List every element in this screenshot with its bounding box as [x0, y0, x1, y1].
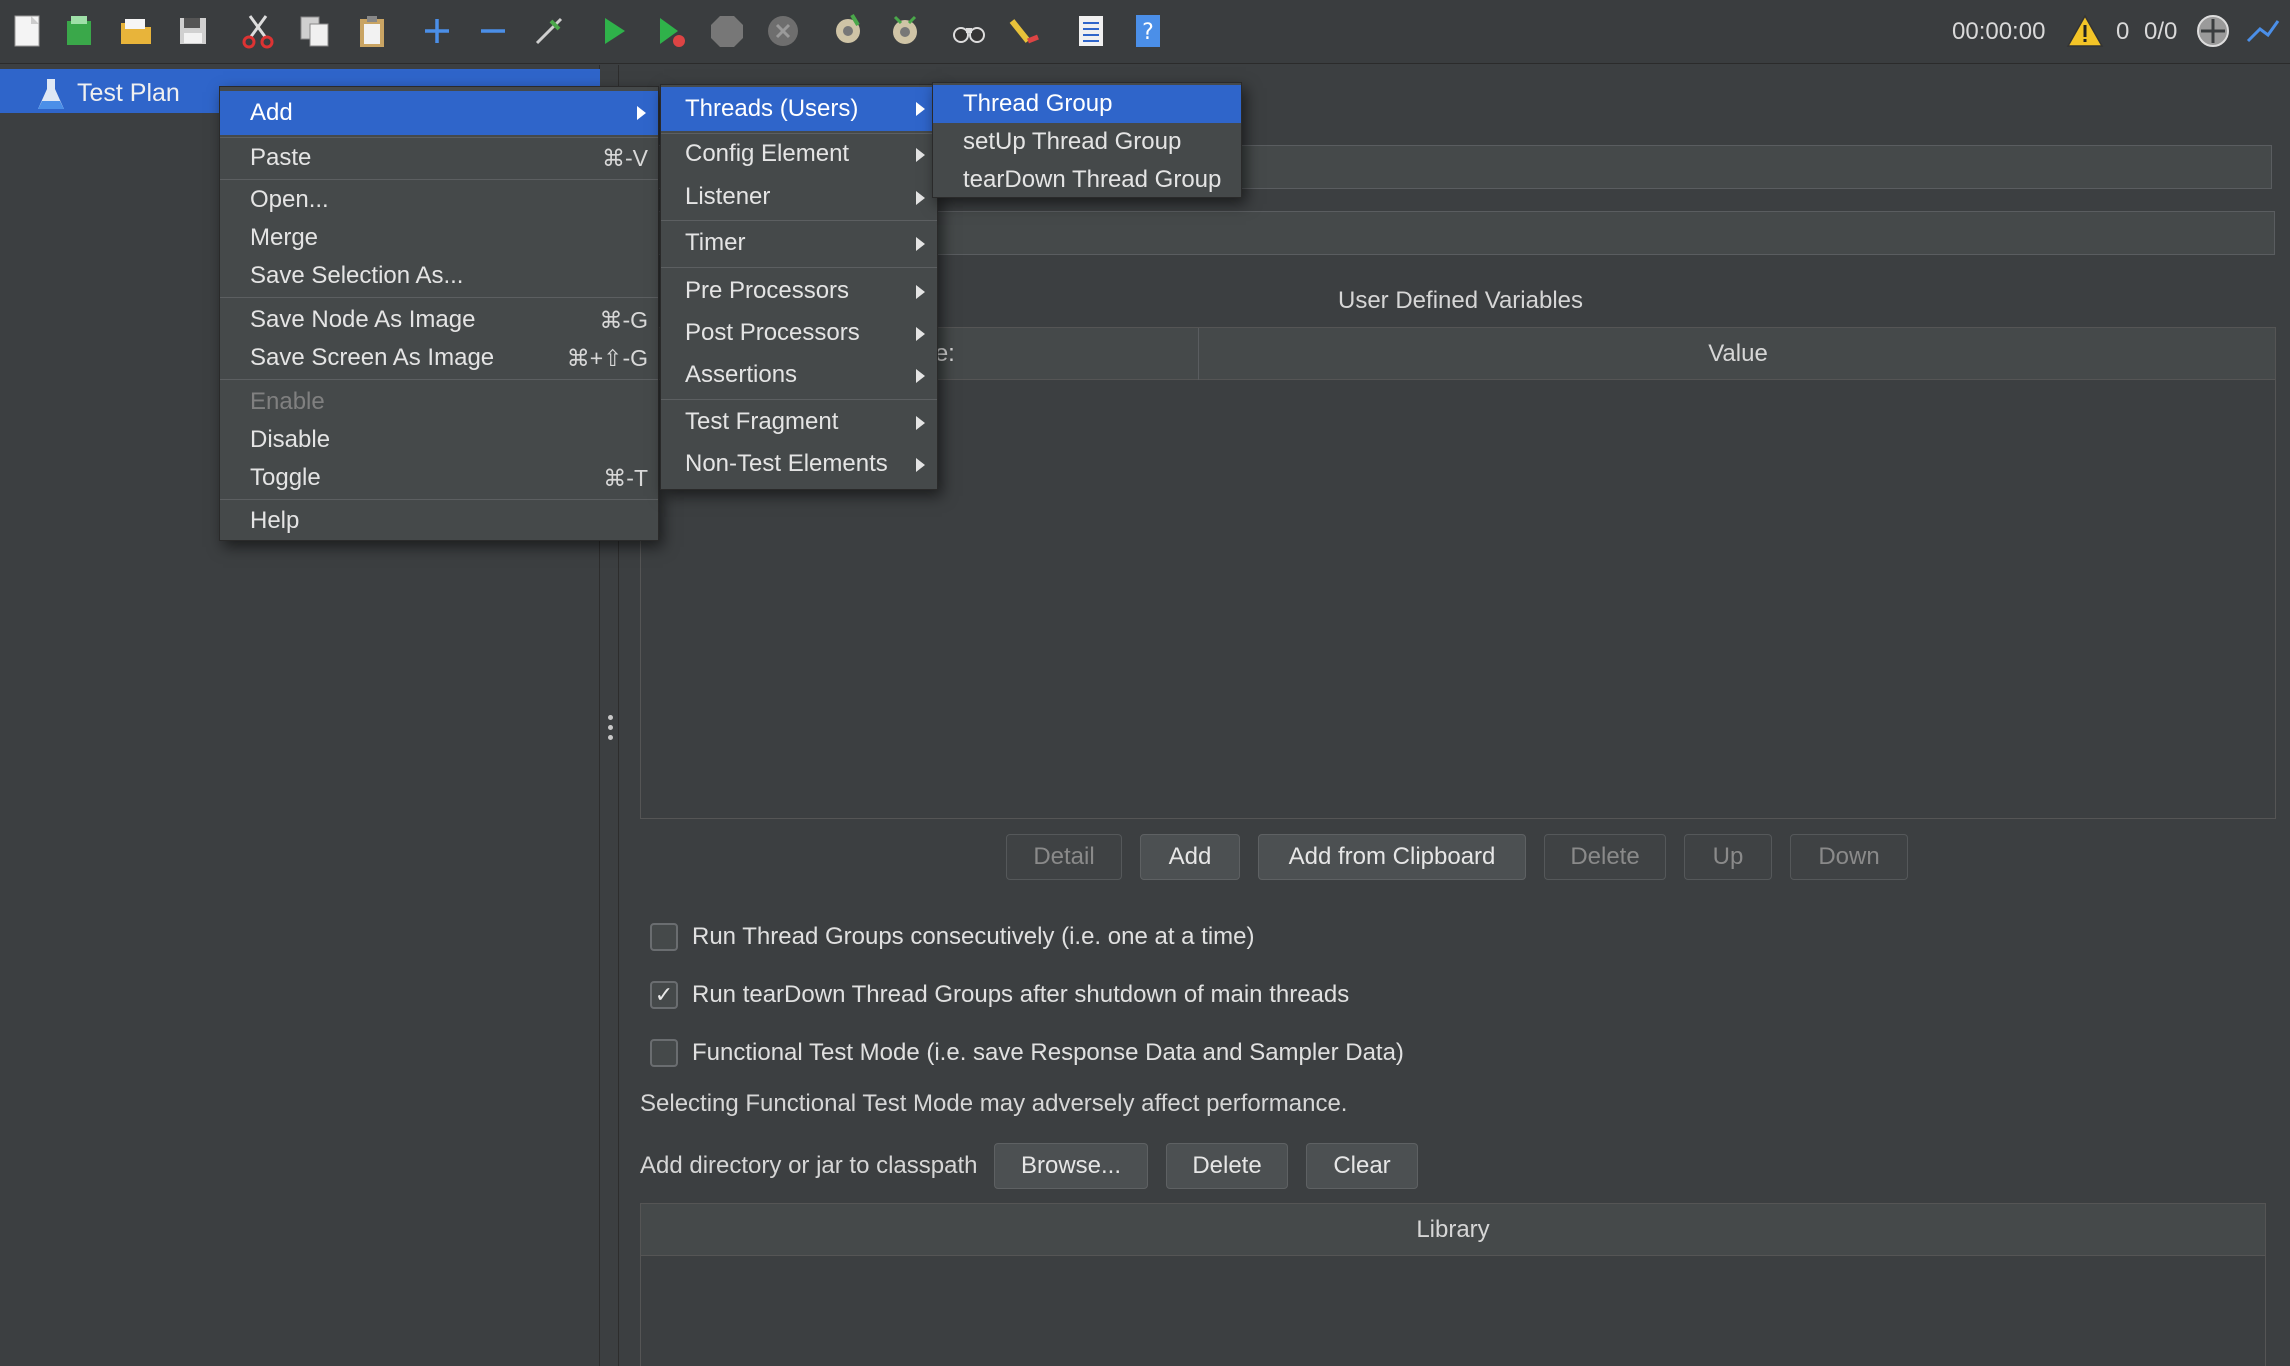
- submenu-item-assertions[interactable]: Assertions: [661, 356, 937, 394]
- active-threads: 0/0: [2144, 18, 2178, 45]
- option-label: Run tearDown Thread Groups after shutdow…: [692, 981, 1350, 1008]
- add-variable-button[interactable]: Add: [1140, 834, 1240, 880]
- submenu-item-non-test-elements[interactable]: Non-Test Elements: [661, 445, 937, 483]
- toolbar: ? 00:00:00 0 0/0: [0, 0, 2290, 64]
- checkbox[interactable]: [650, 1039, 678, 1067]
- submenu-item-config-element[interactable]: Config Element: [661, 135, 937, 173]
- warning-count: 0: [2116, 18, 2130, 45]
- new-icon[interactable]: [4, 8, 50, 54]
- start-icon[interactable]: [590, 8, 636, 54]
- stop-icon[interactable]: [704, 8, 750, 54]
- menu-item-add[interactable]: Add: [220, 91, 658, 135]
- submenu-item-thread-group[interactable]: Thread Group: [933, 85, 1241, 123]
- elapsed-timer: 00:00:00: [1952, 18, 2046, 45]
- clear-icon[interactable]: [825, 8, 871, 54]
- submenu-item-listener[interactable]: Listener: [661, 178, 937, 216]
- chevron-right-icon: [916, 416, 925, 430]
- chevron-right-icon: [916, 102, 925, 116]
- menu-item-save-node-image[interactable]: Save Node As Image ⌘-G: [220, 301, 658, 339]
- browse-button[interactable]: Browse...: [994, 1143, 1148, 1189]
- submenu-item-test-fragment[interactable]: Test Fragment: [661, 403, 937, 441]
- reset-search-icon[interactable]: [1003, 8, 1049, 54]
- chevron-right-icon: [916, 285, 925, 299]
- expand-icon[interactable]: [414, 8, 460, 54]
- templates-icon[interactable]: [56, 8, 102, 54]
- collapse-icon[interactable]: [470, 8, 516, 54]
- classpath-label: Add directory or jar to classpath: [640, 1152, 978, 1179]
- detail-button[interactable]: Detail: [1006, 834, 1122, 880]
- submenu-item-threads[interactable]: Threads (Users): [661, 87, 937, 131]
- menu-item-help[interactable]: Help: [220, 502, 658, 540]
- test-plan-icon: [36, 77, 66, 113]
- option-label: Functional Test Mode (i.e. save Response…: [692, 1039, 1404, 1066]
- shutdown-icon[interactable]: [760, 8, 806, 54]
- column-header-value[interactable]: Value: [1199, 328, 2277, 380]
- menu-item-open[interactable]: Open...: [220, 181, 658, 219]
- functional-mode-note: Selecting Functional Test Mode may adver…: [640, 1090, 1348, 1117]
- tree-item-label: Test Plan: [77, 79, 180, 107]
- udv-title: User Defined Variables: [1338, 287, 1584, 314]
- context-menu: Add Paste ⌘-V Open... Merge Save Selectio…: [219, 86, 659, 541]
- checkbox[interactable]: [650, 923, 678, 951]
- menu-item-paste[interactable]: Paste ⌘-V: [220, 139, 658, 177]
- menu-item-merge[interactable]: Merge: [220, 219, 658, 257]
- search-icon[interactable]: [946, 8, 992, 54]
- chevron-right-icon: [916, 369, 925, 383]
- menu-item-save-selection[interactable]: Save Selection As...: [220, 257, 658, 295]
- submenu-item-post-processors[interactable]: Post Processors: [661, 314, 937, 352]
- clear-all-icon[interactable]: [882, 8, 928, 54]
- checkbox-checked[interactable]: ✓: [650, 981, 678, 1009]
- option-label: Run Thread Groups consecutively (i.e. on…: [692, 923, 1255, 950]
- chevron-right-icon: [916, 237, 925, 251]
- option-teardown-on-shutdown[interactable]: ✓ Run tearDown Thread Groups after shutd…: [650, 979, 1349, 1011]
- chevron-right-icon: [916, 458, 925, 472]
- submenu-item-pre-processors[interactable]: Pre Processors: [661, 272, 937, 310]
- start-no-pauses-icon[interactable]: [647, 8, 693, 54]
- save-icon[interactable]: [170, 8, 216, 54]
- option-functional-mode[interactable]: Functional Test Mode (i.e. save Response…: [650, 1037, 1404, 1069]
- splitter-grip: [608, 725, 613, 730]
- menu-item-disable[interactable]: Disable: [220, 421, 658, 459]
- option-serialize-threadgroups[interactable]: Run Thread Groups consecutively (i.e. on…: [650, 921, 1255, 953]
- toggle-icon[interactable]: [526, 8, 572, 54]
- delete-variable-button[interactable]: Delete: [1544, 834, 1666, 880]
- chevron-right-icon: [916, 191, 925, 205]
- menu-item-save-screen-image[interactable]: Save Screen As Image ⌘+⇧-G: [220, 339, 658, 377]
- threads-submenu: Thread Group setUp Thread Group tearDown…: [932, 82, 1242, 198]
- splitter-grip: [608, 735, 613, 740]
- submenu-item-teardown-thread-group[interactable]: tearDown Thread Group: [933, 161, 1241, 199]
- warning-icon[interactable]: [2062, 8, 2108, 54]
- add-from-clipboard-button[interactable]: Add from Clipboard: [1258, 834, 1526, 880]
- delete-classpath-button[interactable]: Delete: [1166, 1143, 1288, 1189]
- open-icon[interactable]: [113, 8, 159, 54]
- menu-item-enable: Enable: [250, 388, 325, 415]
- help-icon[interactable]: ?: [1125, 8, 1171, 54]
- submenu-item-timer[interactable]: Timer: [661, 224, 937, 262]
- add-submenu: Threads (Users) Config Element Listener …: [660, 84, 938, 490]
- function-helper-icon[interactable]: [1068, 8, 1114, 54]
- submenu-item-setup-thread-group[interactable]: setUp Thread Group: [933, 123, 1241, 161]
- remote-status-icon[interactable]: [2190, 8, 2236, 54]
- down-button[interactable]: Down: [1790, 834, 1908, 880]
- library-table[interactable]: Library: [640, 1203, 2266, 1366]
- chevron-right-icon: [637, 106, 646, 120]
- chevron-right-icon: [916, 327, 925, 341]
- clear-classpath-button[interactable]: Clear: [1306, 1143, 1418, 1189]
- chevron-right-icon: [916, 148, 925, 162]
- column-header-library[interactable]: Library: [641, 1204, 2265, 1256]
- copy-icon[interactable]: [292, 8, 338, 54]
- menu-item-toggle[interactable]: Toggle ⌘-T: [220, 459, 658, 497]
- log-viewer-icon[interactable]: [2240, 8, 2284, 54]
- splitter-grip: [608, 715, 613, 720]
- svg-text:?: ?: [1142, 20, 1154, 45]
- paste-icon[interactable]: [349, 8, 395, 54]
- up-button[interactable]: Up: [1684, 834, 1772, 880]
- cut-icon[interactable]: [235, 8, 281, 54]
